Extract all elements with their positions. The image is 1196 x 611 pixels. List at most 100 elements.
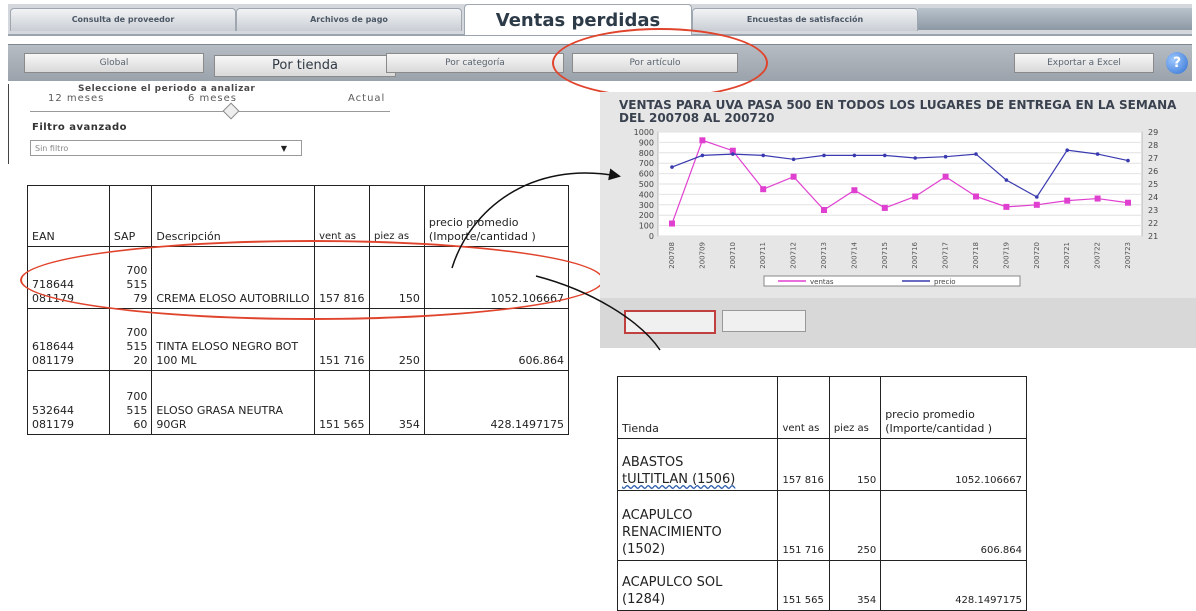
x-tick-label: 200713: [820, 242, 828, 269]
y-tick-label: 400: [639, 190, 654, 199]
cell-ventas: 157 816: [777, 438, 830, 491]
x-tick-label: 200715: [881, 242, 889, 269]
tienda-name: ACAPULCO SOL: [622, 575, 723, 590]
y2-tick-label: 28: [1148, 141, 1158, 150]
cell-precio: 428.1497175: [880, 560, 1027, 611]
por-categoria-button[interactable]: Por categoría: [386, 53, 564, 73]
y-tick-label: 500: [639, 180, 654, 189]
col-precio: precio promedio (Importe/cantidad ): [423, 185, 570, 247]
table-row[interactable]: ACAPULCO RENACIMIENTO (1502) 151 716 250…: [616, 490, 1027, 561]
highlight-oval-row: [20, 240, 604, 320]
y2-tick-label: 21: [1148, 232, 1158, 241]
y-tick-label: 800: [639, 149, 654, 158]
x-tick-label: 200723: [1124, 242, 1132, 269]
x-tick-label: 200721: [1063, 242, 1071, 269]
point-ventas: [760, 186, 767, 193]
point-precio: [791, 157, 796, 162]
line-chart-button[interactable]: [624, 310, 716, 334]
point-ventas: [851, 187, 858, 194]
help-icon[interactable]: ?: [1166, 52, 1188, 74]
cell-precio: 606.864: [423, 308, 570, 371]
x-tick-label: 200709: [698, 242, 706, 269]
point-ventas: [669, 220, 675, 227]
y2-tick-label: 25: [1148, 180, 1158, 189]
cell-ventas: 151 565: [777, 560, 830, 611]
period-slider-track[interactable]: [30, 111, 390, 112]
cell-precio: 606.864: [880, 490, 1027, 561]
top-tab-bar: Consulta de proveedor Archivos de pago V…: [8, 4, 1192, 36]
right-axis-ticks: 21 22 23 24 25 26 27 28 29: [1148, 128, 1158, 241]
col-ventas: vent as: [777, 376, 830, 439]
point-precio: [1035, 195, 1039, 199]
tab-consulta-proveedor[interactable]: Consulta de proveedor: [10, 8, 236, 31]
global-button[interactable]: Global: [24, 53, 204, 73]
stores-table: Tienda vent as piez as precio promedio (…: [616, 376, 1027, 611]
cell-precio: 428.1497175: [423, 370, 570, 435]
cell-ean: 532644 081179: [27, 370, 110, 435]
table-row[interactable]: 532644 081179 700 515 60 ELOSO GRASA NEU…: [27, 370, 570, 435]
point-precio: [852, 153, 857, 158]
cell-piezas: 354: [368, 370, 425, 435]
tab-archivos-pago[interactable]: Archivos de pago: [236, 8, 462, 31]
col-precio: precio promedio (Importe/cantidad ): [880, 376, 1027, 439]
point-precio: [1065, 148, 1069, 152]
left-axis-ticks: 0100 200300 400500600 700800 9001000: [634, 128, 654, 241]
table-row[interactable]: ACAPULCO SOL (1284) 151 565 354 428.1497…: [616, 560, 1027, 611]
point-precio: [731, 152, 735, 156]
point-precio: [913, 156, 917, 160]
point-ventas: [1125, 199, 1131, 206]
point-precio: [1126, 158, 1130, 163]
point-precio: [700, 153, 705, 158]
period-option-actual[interactable]: Actual: [348, 93, 385, 104]
tab-bar-filler: [918, 8, 1192, 30]
filter-title: Filtro avanzado: [32, 122, 127, 133]
tienda-code: (1284): [622, 592, 666, 607]
period-option-12[interactable]: 12 meses: [48, 93, 104, 104]
col-ventas: vent as: [314, 185, 370, 247]
point-ventas: [790, 173, 797, 180]
y-tick-label: 100: [639, 222, 654, 231]
tab-encuestas-satisfaccion[interactable]: Encuestas de satisfacción: [692, 8, 918, 31]
chevron-down-icon[interactable]: ▼: [281, 141, 287, 157]
cell-tienda: ACAPULCO RENACIMIENTO (1502): [616, 490, 779, 561]
point-precio: [1095, 152, 1100, 156]
x-tick-label: 200718: [972, 242, 980, 269]
chart-svg: 01002003004005006007008009001000 2122232…: [634, 128, 1158, 287]
x-tick-label: 200714: [850, 241, 858, 268]
cell-piezas: 150: [828, 438, 882, 491]
cell-sap: 700 515 60: [108, 370, 153, 435]
table-row[interactable]: ABASTOS tULTITLAN (1506) 157 816 150 105…: [616, 438, 1027, 491]
highlight-oval-articulo: [552, 28, 768, 98]
point-precio: [761, 153, 765, 158]
table-view-button[interactable]: [722, 310, 806, 332]
chart-legend: ventas precio: [763, 275, 1021, 287]
y-tick-label: 0: [649, 232, 654, 241]
y-tick-label: 200: [639, 211, 654, 220]
point-precio: [670, 165, 674, 169]
por-tienda-button[interactable]: Por tienda: [214, 55, 396, 77]
export-excel-button[interactable]: Exportar a Excel: [1014, 53, 1154, 73]
y-tick-label: 600: [639, 170, 654, 179]
tienda-name: ACAPULCO RENACIMIENTO: [622, 508, 722, 540]
tienda-code: (1502): [622, 542, 666, 557]
point-ventas: [881, 204, 888, 211]
legend-label: ventas: [810, 278, 834, 286]
y2-tick-label: 29: [1148, 128, 1158, 137]
y2-tick-label: 24: [1148, 193, 1158, 202]
x-tick-label: 200720: [1033, 242, 1041, 269]
x-tick-label: 200716: [911, 241, 919, 268]
y2-tick-label: 27: [1148, 154, 1158, 163]
x-tick-label: 200722: [1094, 242, 1102, 269]
point-ventas: [821, 207, 827, 213]
filter-select[interactable]: Sin filtro ▼: [30, 140, 302, 156]
tienda-name: ABASTOS: [622, 455, 684, 470]
x-tick-label: 200717: [942, 242, 950, 269]
cell-sap: 700 515 20: [108, 308, 153, 371]
left-border: [8, 84, 9, 164]
filter-value: Sin filtro: [35, 144, 69, 153]
point-ventas: [1064, 197, 1071, 204]
point-ventas: [973, 193, 979, 200]
x-tick-label: 200719: [1002, 242, 1010, 269]
cell-ventas: 151 565: [314, 370, 370, 435]
period-slider-handle[interactable]: [222, 102, 240, 120]
